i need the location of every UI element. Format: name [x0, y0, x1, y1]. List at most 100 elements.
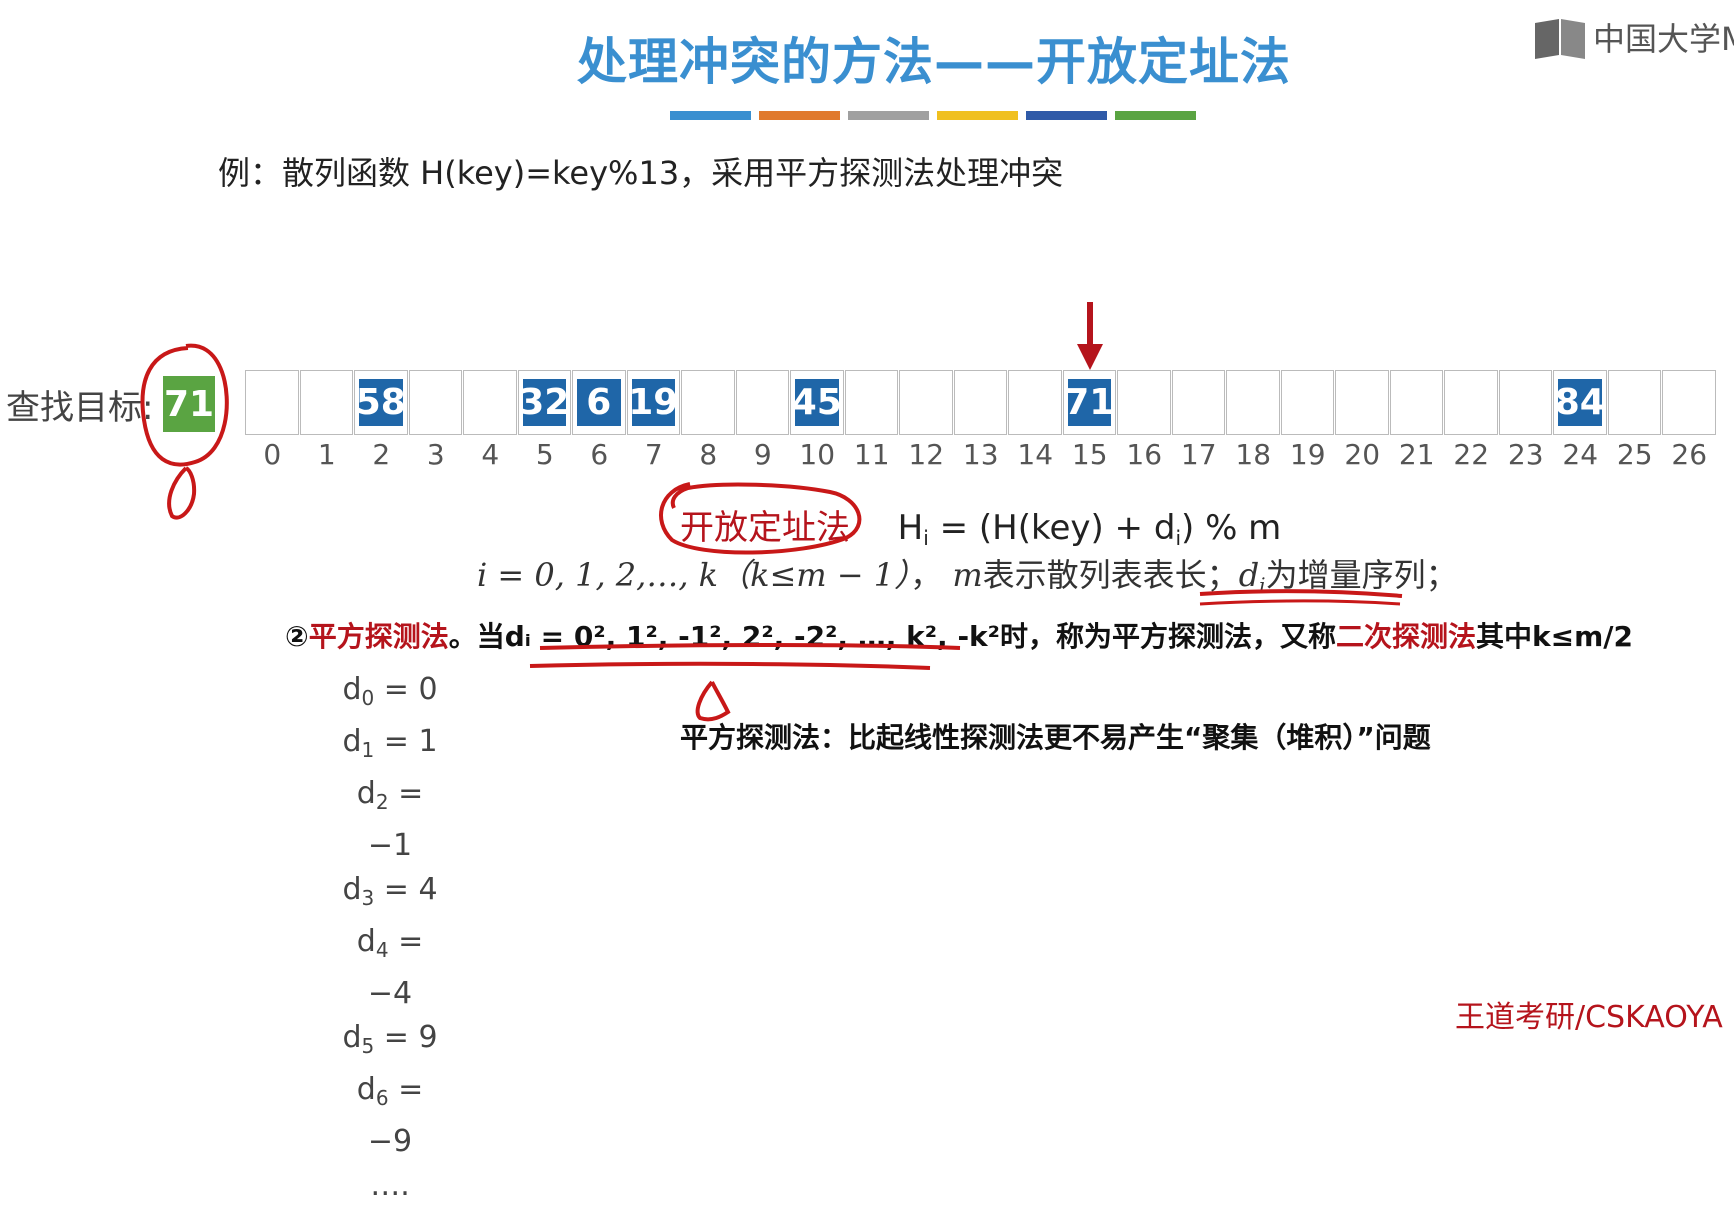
hash-index: 6	[590, 438, 609, 471]
probe-arrow-icon	[1076, 302, 1103, 370]
rule-number: ②	[285, 620, 309, 653]
hash-index: 17	[1180, 438, 1217, 471]
increment-sequence: d0 = 0 d1 = 1 d2 = −1 d3 = 4 d4 = −4 d5 = 9 d6…	[340, 668, 440, 1208]
delta-mark-annotation	[695, 680, 731, 722]
rule-p3: 其中k≤m/2	[1475, 620, 1633, 653]
d-var: d	[1238, 556, 1260, 594]
quadratic-probing-rule: ②平方探测法。当dᵢ = 0², 1², -1², 2², -2², …, k²…	[285, 615, 1633, 655]
title-color-strip	[670, 111, 1196, 120]
hash-table-indices: 0 1 2 3 4 5 6 7 8 9 10 11 12 13 14 15 16 17 18 19 20 21 22 23 24…	[245, 438, 1717, 471]
example-statement: 例：散列函数 H(key)=key%13，采用平方探测法处理冲突	[218, 154, 1064, 192]
hash-cell	[953, 370, 1007, 435]
method-name: 开放定址法	[680, 508, 850, 548]
hash-cell	[245, 370, 299, 435]
hash-key: 6	[577, 379, 621, 426]
advantage-note: 平方探测法：比起线性探测法更不易产生“聚集（堆积）”问题	[680, 721, 1431, 754]
hash-cell	[408, 370, 462, 435]
rule-alt-name: 二次探测法	[1335, 620, 1476, 653]
hash-index: 23	[1507, 438, 1544, 471]
hash-index: 7	[644, 438, 663, 471]
sequence-sub: 0	[361, 686, 375, 710]
hash-table: 58 32 6 19 45 71 84	[245, 370, 1717, 435]
hash-index: 9	[753, 438, 772, 471]
formula-line: 开放定址法 Hi = (H(key) + di) % m	[680, 500, 1281, 550]
sequence-value: = 4	[374, 872, 438, 907]
sequence-value: = 1	[374, 724, 438, 759]
sequence-sub: 3	[361, 886, 375, 910]
hash-index: 11	[853, 438, 890, 471]
hash-index: 13	[962, 438, 999, 471]
hash-index: 12	[908, 438, 945, 471]
sequence-item: d3 = 4	[340, 868, 440, 920]
search-target-label: 查找目标:	[6, 388, 154, 428]
hash-index: 25	[1616, 438, 1653, 471]
sequence-sub: 1	[361, 738, 375, 762]
sequence-var: d	[356, 1072, 376, 1107]
hash-index: 1	[317, 438, 336, 471]
book-icon	[1535, 19, 1585, 59]
rule-name: 平方探测法	[308, 620, 449, 653]
color-strip-segment	[937, 111, 1018, 120]
sequence-item: d4 = −4	[340, 920, 440, 1016]
rule-p2: 时，称为平方探测法，又称	[999, 620, 1336, 653]
hash-index: 14	[1017, 438, 1054, 471]
hash-cell	[1498, 370, 1552, 435]
logo: 中国大学M	[1533, 14, 1734, 60]
hash-index: 4	[481, 438, 500, 471]
rule-p1: 。当	[448, 620, 505, 653]
sequence-item: d0 = 0	[340, 668, 440, 720]
hash-cell	[681, 370, 735, 435]
logo-text: 中国大学M	[1593, 20, 1734, 58]
hash-cell	[1444, 370, 1498, 435]
increment-underline-annotation-2	[1199, 599, 1401, 606]
hash-cell	[1280, 370, 1334, 435]
hash-cell	[1171, 370, 1225, 435]
hash-key: 19	[628, 379, 678, 426]
sequence-var: d	[356, 776, 376, 811]
range-line: i = 0, 1, 2,…, k（k≤m − 1）， m表示散列表表长；di为增…	[477, 550, 1458, 597]
hash-index: 16	[1126, 438, 1163, 471]
sequence-sub: 5	[361, 1034, 375, 1058]
hash-index: 22	[1453, 438, 1490, 471]
sequence-value: = 0	[374, 672, 438, 707]
hash-cell: 19	[626, 370, 680, 435]
hash-cell	[463, 370, 517, 435]
hash-cell: 58	[354, 370, 408, 435]
formula-mid: = (H(key) + d	[928, 508, 1176, 548]
hash-cell: 84	[1553, 370, 1607, 435]
hash-key: 71	[1064, 379, 1114, 426]
hash-index: 3	[426, 438, 445, 471]
sequence-sub: 4	[375, 938, 389, 962]
page-title: 处理冲突的方法——开放定址法	[577, 33, 1291, 91]
color-strip-segment	[759, 111, 840, 120]
sequence-var: d	[342, 672, 362, 707]
range-sep: ，	[910, 556, 943, 594]
sequence-var: d	[356, 924, 376, 959]
hash-index: 5	[535, 438, 554, 471]
formula-rhs: ) % m	[1181, 508, 1282, 548]
hash-cell: 32	[517, 370, 571, 435]
sequence-item: d5 = 9	[340, 1016, 440, 1068]
sequence-var: d	[342, 872, 362, 907]
sequence-var: d	[342, 1020, 362, 1055]
sequence-item: d6 = −9	[340, 1068, 440, 1164]
sequence-ellipsis: ….	[370, 1168, 410, 1203]
hash-cell	[1226, 370, 1280, 435]
hash-index: 20	[1344, 438, 1381, 471]
hash-index: 19	[1289, 438, 1326, 471]
sequence-sub: 2	[375, 790, 389, 814]
hash-index: 26	[1671, 438, 1708, 471]
hash-index: 0	[263, 438, 282, 471]
hash-cell: 6	[572, 370, 626, 435]
rule-formula: dᵢ = 0², 1², -1², 2², -2², …, k², -k²	[504, 620, 1000, 653]
watermark: 王道考研/CSKAOYA	[1455, 1000, 1723, 1035]
m-var: m	[952, 556, 983, 594]
hash-cell	[1389, 370, 1443, 435]
hash-cell	[899, 370, 953, 435]
d-desc: 为增量序列；	[1265, 556, 1458, 594]
hash-key: 58	[356, 379, 406, 426]
search-target-value: 71	[163, 376, 215, 432]
color-strip-segment	[1115, 111, 1196, 120]
hash-index: 8	[699, 438, 718, 471]
color-strip-segment	[1026, 111, 1107, 120]
